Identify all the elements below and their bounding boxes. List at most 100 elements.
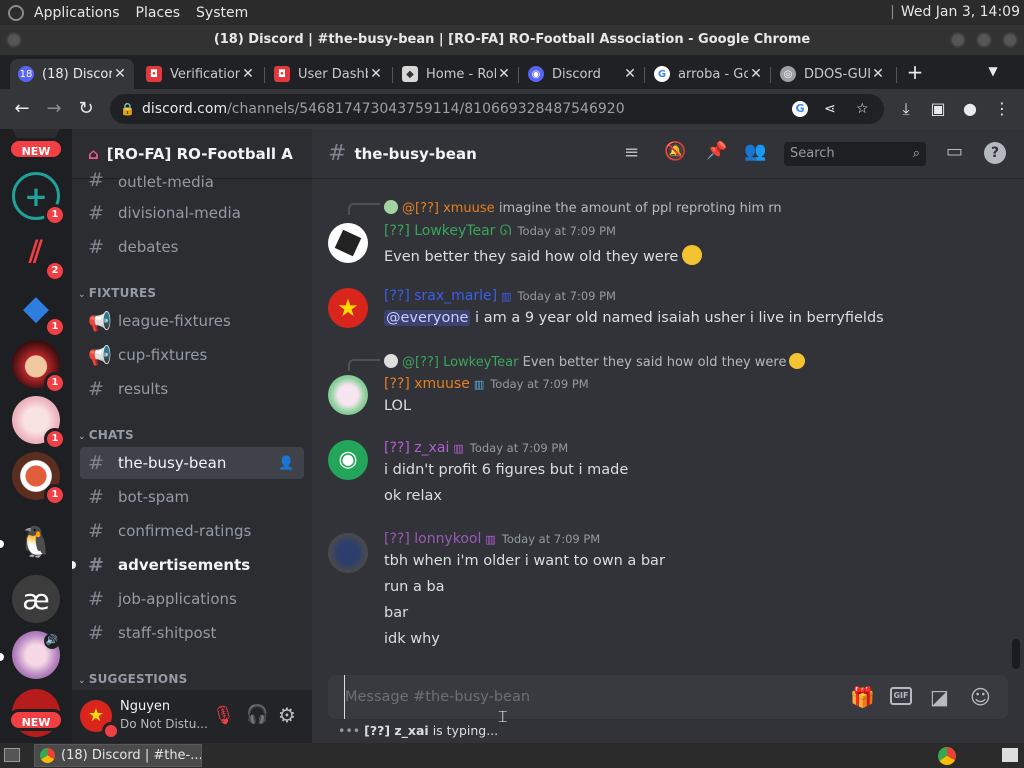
window-titlebar[interactable]: (18) Discord | #the-busy-bean | [RO-FA] … [0,25,1024,55]
maximize-button[interactable] [976,32,992,48]
everyone-mention[interactable]: @everyone [384,310,471,326]
system-menu[interactable]: System [196,5,248,21]
back-arrow-icon[interactable]: ← [10,97,34,121]
inbox-icon[interactable]: ▭ [946,141,963,162]
close-tab-icon[interactable]: ✕ [112,66,128,82]
close-tab-icon[interactable]: ✕ [368,66,384,82]
reload-icon[interactable]: ↻ [74,97,98,121]
category-fixtures[interactable]: ⌄ FIXTURES [78,286,156,300]
channel-staff-shitpost[interactable]: # staff-shitpost [80,617,304,649]
channel-results[interactable]: # results [80,373,304,405]
new-tab-button[interactable]: + [904,61,926,83]
reply-preview[interactable]: @[??] LowkeyTear Even better they said h… [384,353,806,370]
reply-preview[interactable]: @[??] xmuuse imagine the amount of ppl r… [384,200,782,216]
channel-cup-fixtures[interactable]: 📢 cup-fixtures [80,339,304,371]
channel-job-applications[interactable]: # job-applications [80,583,304,615]
bookmark-star-icon[interactable]: ☆ [856,94,869,124]
share-icon[interactable]: ⋖ [824,94,836,124]
avatar[interactable] [328,533,368,573]
channel-advertisements[interactable]: # advertisements [80,549,304,581]
tab-verification[interactable]: ◘ Verification ✕ [138,59,262,89]
channel-confirmed-ratings[interactable]: # confirmed-ratings [80,515,304,547]
gif-icon[interactable]: GIF [890,687,912,705]
message-item[interactable]: ★ [??] srax_marle] ▥ Today at 7:09 PM @eve… [312,284,1012,334]
close-tab-icon[interactable]: ✕ [240,66,256,82]
side-panel-icon[interactable]: ▣ [926,97,950,121]
message-author[interactable]: [??] lonnykool [384,531,481,547]
category-chats[interactable]: ⌄ CHATS [78,428,134,442]
more-menu-icon[interactable]: ⋮ [990,97,1014,121]
emoji-icon[interactable]: ☺ [970,685,991,709]
taskbar-window-chrome[interactable]: (18) Discord | #the-... [34,744,202,767]
close-tab-icon[interactable]: ✕ [870,66,886,82]
channel-league-fixtures[interactable]: 📢 league-fixtures [80,305,304,337]
avatar[interactable] [328,223,368,263]
member-list-icon[interactable]: 👥 [744,141,766,162]
scrollbar[interactable] [1012,639,1020,669]
category-suggestions[interactable]: ⌄ SUGGESTIONS [78,672,187,686]
channel-bot-spam[interactable]: # bot-spam [80,481,304,513]
tab-discord[interactable]: ◉ Discord ✕ [520,59,644,89]
omnibox[interactable]: 🔒 discord.com/channels/54681747304375911… [110,94,884,124]
notification-muted-icon[interactable]: 🔕 [664,141,686,162]
google-lens-icon[interactable]: G [792,101,808,117]
message-author[interactable]: [??] LowkeyTear [384,223,495,239]
tab-user-dashboard[interactable]: ◘ User Dashboard ✕ [266,59,390,89]
tab-discord-active[interactable]: 18 (18) Discord ✕ [10,59,134,89]
settings-gear-icon[interactable]: ⚙ [278,703,296,727]
server-ae-icon[interactable]: æ [12,575,60,623]
tab-ddos-gui[interactable]: ◎ DDOS-GUI ✕ [772,59,892,89]
workspace-switcher[interactable] [1002,748,1018,762]
mic-muted-icon[interactable]: 🎙 [212,705,235,726]
threads-icon[interactable]: ≡ [624,142,639,163]
lock-icon[interactable]: 🔒 [120,94,135,124]
add-member-icon[interactable]: 👤 [278,456,294,471]
minimize-button[interactable] [950,32,966,48]
robot-icon: ◘ [146,66,162,82]
username[interactable]: Nguyen [120,699,170,714]
server-tux-icon[interactable]: 🐧 [12,518,60,566]
tab-roblox-home[interactable]: ◆ Home - Roblox ✕ [394,59,518,89]
message-item[interactable]: [??] lonnykool ▥ Today at 7:09 PM tbh when… [312,531,1012,651]
close-window-button[interactable] [1002,32,1018,48]
unread-pill [0,540,4,548]
message-author[interactable]: [??] xmuuse [384,376,470,392]
chevron-down-icon: ⌄ [280,146,291,161]
message-item[interactable]: ◉ [??] z_xai ▥ Today at 7:09 PM i didn't p… [312,440,1012,510]
help-icon[interactable]: ? [984,142,1006,164]
gift-icon[interactable]: 🎁 [850,685,875,709]
pin-icon[interactable]: 📌 [706,141,727,161]
channel-divisional-media[interactable]: # divisional-media [80,197,304,229]
forward-arrow-icon[interactable]: → [42,97,66,121]
avatar[interactable] [328,375,368,415]
avatar[interactable]: ★ [328,288,368,328]
download-icon[interactable]: ⤓ [894,97,918,121]
close-tab-icon[interactable]: ✕ [496,66,512,82]
headphones-icon[interactable]: 🎧 [246,704,268,725]
clock[interactable]: | Wed Jan 3, 14:09 [890,4,1020,20]
avatar[interactable]: ◉ [328,440,368,480]
channel-the-busy-bean[interactable]: # the-busy-bean 👤 [80,447,304,479]
channel-debates[interactable]: # debates [80,231,304,263]
message-author[interactable]: [??] z_xai [384,440,449,456]
tab-search-chevron-icon[interactable]: ▼ [984,62,1002,80]
message-item[interactable]: @[??] xmuuse imagine the amount of ppl r… [312,195,1012,267]
message-item[interactable]: @[??] LowkeyTear Even better they said h… [312,351,1012,421]
close-tab-icon[interactable]: ✕ [748,66,764,82]
profile-avatar-icon[interactable]: ● [958,97,982,121]
tab-separator [264,67,265,83]
message-header: [??] LowkeyTear ᘏ Today at 7:09 PM [384,223,616,239]
window-menu-icon[interactable] [6,32,22,48]
close-tab-icon[interactable]: ✕ [622,66,638,82]
message-input[interactable]: Message #the-busy-bean [344,675,824,719]
applications-menu[interactable]: Applications [34,5,120,21]
tab-arroba-google[interactable]: G arroba - Google ✕ [646,59,770,89]
places-menu[interactable]: Places [136,5,181,21]
sticker-icon[interactable]: ◪ [930,685,949,709]
search-input[interactable]: Search ⌕ [784,142,926,166]
channel-outlet-media[interactable]: # outlet-media [80,169,304,191]
show-desktop-icon[interactable] [4,748,20,762]
message-author[interactable]: [??] srax_marle] [384,288,497,304]
tray-chrome-icon[interactable] [938,747,956,765]
gnome-foot-icon[interactable] [8,4,24,21]
